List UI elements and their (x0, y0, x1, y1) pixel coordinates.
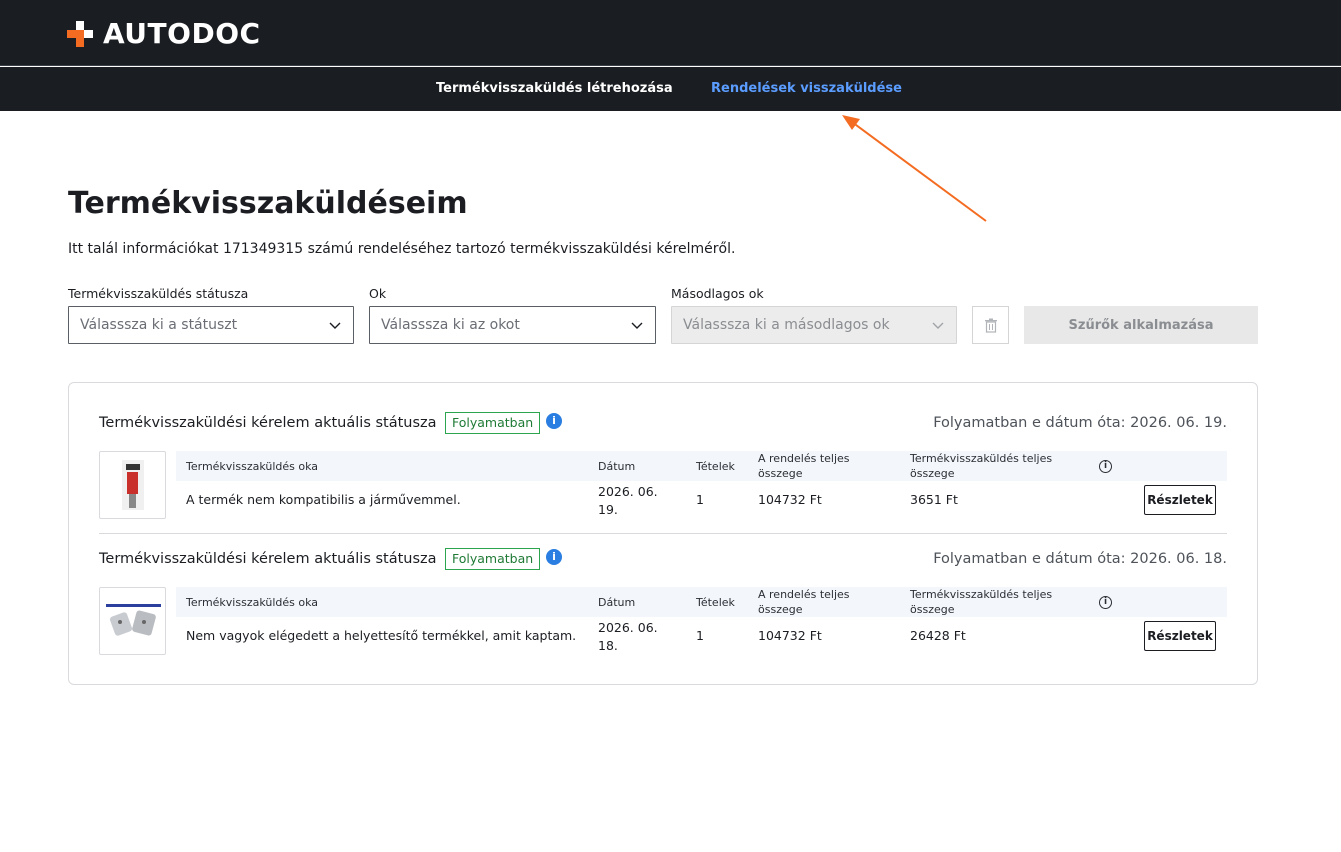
return-date-line1: 2026. 06. (598, 620, 658, 635)
header-date: Dátum (598, 460, 636, 473)
return-date-line2: 18. (598, 638, 618, 653)
trash-icon (985, 318, 997, 333)
reason-select[interactable]: Válasssza ki az okot (369, 306, 656, 344)
header-reason: Termékvisszaküldés oka (186, 460, 319, 473)
status-select-value: Válasssza ki a státuszt (80, 317, 238, 333)
brand-name: AUTODOC (103, 17, 261, 50)
header-order-total: A rendelés teljes összege (758, 452, 850, 480)
status-since-date: Folyamatban e dátum óta: 2026. 06. 18. (933, 551, 1227, 567)
chevron-down-icon (932, 322, 944, 329)
header-items: Tételek (696, 460, 735, 473)
status-filter-label: Termékvisszaküldés státusza (68, 286, 249, 301)
secondary-reason-filter-label: Másodlagos ok (671, 286, 764, 301)
return-items: 1 (696, 628, 704, 643)
product-image (106, 604, 161, 636)
nav-create-return[interactable]: Termékvisszaküldés létrehozása (436, 81, 673, 96)
order-total: 104732 Ft (758, 492, 822, 507)
return-total: 3651 Ft (910, 492, 958, 507)
product-thumbnail (99, 587, 166, 655)
chevron-down-icon (329, 322, 341, 329)
item-divider (99, 533, 1227, 534)
header-return-total: Termékvisszaküldés teljes összege (910, 452, 1053, 480)
nav-order-returns[interactable]: Rendelések visszaküldése (711, 81, 902, 96)
order-total: 104732 Ft (758, 628, 822, 643)
secondary-reason-select[interactable]: Válasssza ki a másodlagos ok (671, 306, 957, 344)
autodoc-logo[interactable]: AUTODOC (67, 17, 261, 50)
header-return-total: Termékvisszaküldés teljes összege (910, 588, 1053, 616)
returns-nav: Termékvisszaküldés létrehozása Rendelése… (0, 67, 1341, 111)
return-reason: Nem vagyok elégedett a helyettesítő term… (186, 628, 577, 643)
status-heading: Termékvisszaküldési kérelem aktuális stá… (99, 551, 437, 567)
return-date-line2: 19. (598, 502, 618, 517)
return-total: 26428 Ft (910, 628, 966, 643)
chevron-down-icon (631, 322, 643, 329)
annotation-arrow-icon (842, 115, 987, 222)
header-date: Dátum (598, 596, 636, 609)
header-order-total: A rendelés teljes összege (758, 588, 850, 616)
status-select[interactable]: Válasssza ki a státuszt (68, 306, 354, 344)
autodoc-plus-icon (67, 20, 93, 47)
info-icon[interactable]: i (1099, 596, 1112, 609)
return-reason: A termék nem kompatibilis a járművemmel. (186, 492, 461, 507)
apply-filters-button[interactable]: Szűrők alkalmazása (1024, 306, 1258, 344)
details-button[interactable]: Részletek (1144, 621, 1216, 651)
reason-filter-label: Ok (369, 286, 387, 301)
info-icon[interactable]: i (1099, 460, 1112, 473)
status-since-date: Folyamatban e dátum óta: 2026. 06. 19. (933, 415, 1227, 431)
clear-filters-button[interactable] (972, 306, 1009, 344)
return-items: 1 (696, 492, 704, 507)
product-image (122, 460, 144, 510)
page-description: Itt talál információkat 171349315 számú … (68, 241, 736, 257)
return-date-line1: 2026. 06. (598, 484, 658, 499)
top-header: AUTODOC (0, 0, 1341, 66)
info-icon[interactable]: i (546, 413, 562, 429)
status-heading: Termékvisszaküldési kérelem aktuális stá… (99, 415, 437, 431)
header-reason: Termékvisszaküldés oka (186, 596, 319, 609)
reason-select-value: Válasssza ki az okot (381, 317, 520, 333)
page-title: Termékvisszaküldéseim (68, 186, 468, 221)
return-table-header: Termékvisszaküldés oka Dátum Tételek A r… (176, 587, 1227, 617)
header-items: Tételek (696, 596, 735, 609)
secondary-reason-select-value: Válasssza ki a másodlagos ok (683, 317, 890, 333)
info-icon[interactable]: i (546, 549, 562, 565)
details-button[interactable]: Részletek (1144, 485, 1216, 515)
status-badge: Folyamatban (445, 412, 541, 434)
product-thumbnail (99, 451, 166, 519)
status-badge: Folyamatban (445, 548, 541, 570)
return-table-header: Termékvisszaküldés oka Dátum Tételek A r… (176, 451, 1227, 481)
returns-list: Termékvisszaküldési kérelem aktuális stá… (68, 382, 1258, 685)
